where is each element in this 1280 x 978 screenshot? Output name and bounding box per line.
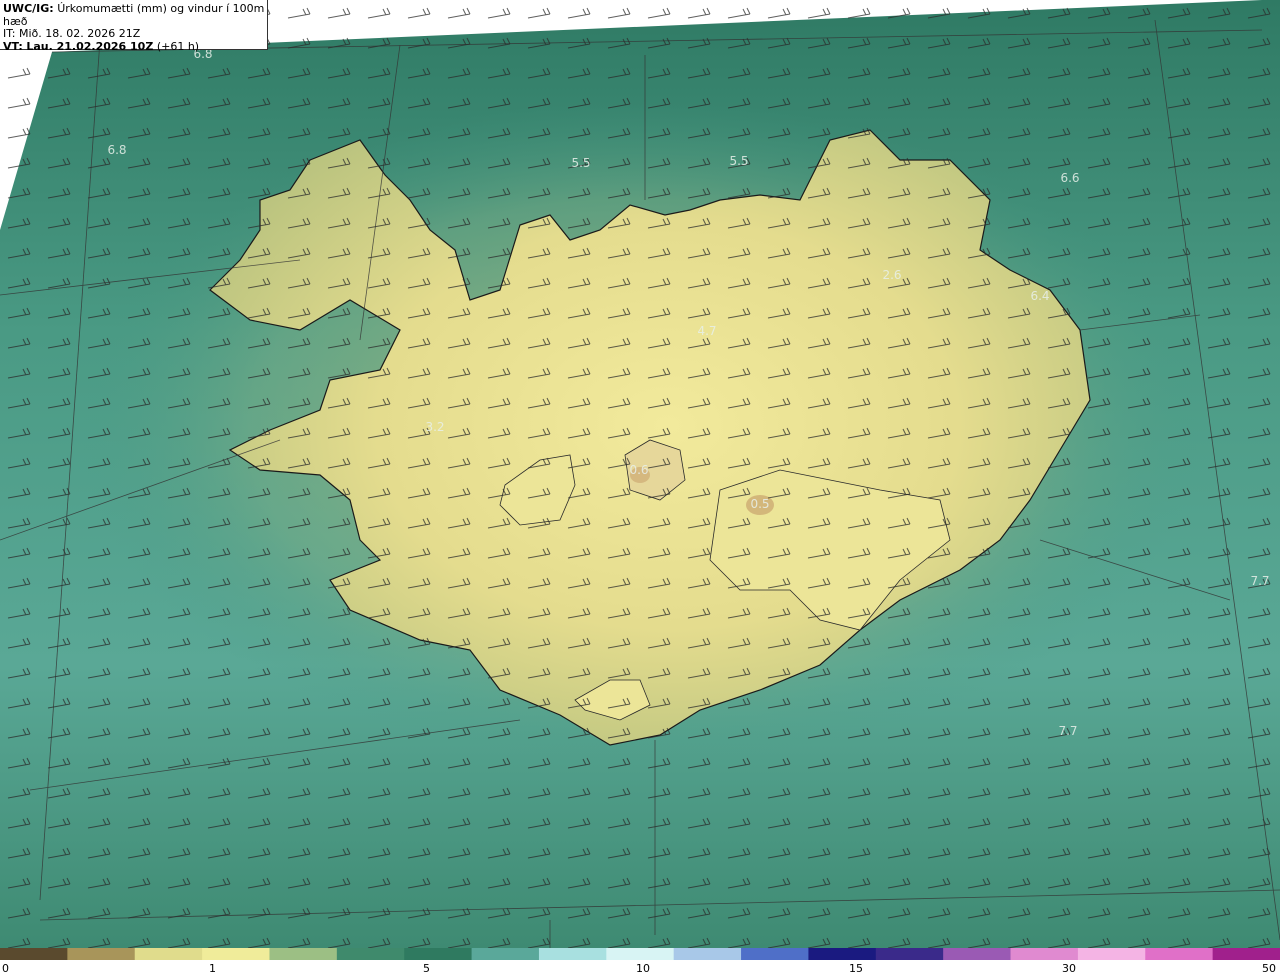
map-value-label: 6.8 [107, 143, 126, 157]
colorbar-swatch [875, 948, 944, 960]
lead-time: (+61 h) [156, 39, 200, 53]
colorbar-tick-label: 1 [209, 962, 216, 975]
valid-time: Lau. 21.02.2026 10Z [26, 39, 154, 53]
map-value-label: 3.2 [425, 420, 444, 434]
colorbar-swatch [134, 948, 203, 960]
colorbar-swatch [202, 948, 271, 960]
colorbar-tick-label: 10 [636, 962, 650, 975]
map-value-label: 0.5 [750, 497, 769, 511]
colorbar-tick-label: 5 [423, 962, 430, 975]
map-header: UWC/IG: Úrkomumætti (mm) og vindur í 100… [0, 0, 268, 53]
colorbar-tick-label: 15 [849, 962, 863, 975]
precip-colorbar [0, 948, 1280, 960]
colorbar-swatch [673, 948, 742, 960]
colorbar-swatch [404, 948, 473, 960]
colorbar-tick-label: 30 [1062, 962, 1076, 975]
colorbar-swatch [336, 948, 405, 960]
colorbar-swatch [67, 948, 136, 960]
colorbar-swatch [606, 948, 675, 960]
colorbar-swatch [741, 948, 810, 960]
map-value-label: 6.6 [1060, 171, 1079, 185]
colorbar-swatch [1212, 948, 1280, 960]
colorbar-tick-label: 50 [1262, 962, 1276, 975]
valid-label: VT: [3, 39, 23, 53]
map-value-label: 5.5 [571, 156, 590, 170]
colorbar-swatch [943, 948, 1012, 960]
colorbar-swatch [471, 948, 540, 960]
colorbar-swatch [0, 948, 68, 960]
colorbar-swatch [1010, 948, 1079, 960]
model-label: UWC/IG: [3, 2, 54, 15]
colorbar-swatch [269, 948, 338, 960]
map-value-label: 5.5 [729, 154, 748, 168]
map-value-label: 7.7 [1058, 724, 1077, 738]
colorbar-swatch [1145, 948, 1214, 960]
colorbar-swatch [1077, 948, 1146, 960]
colorbar-swatch [538, 948, 607, 960]
map-value-label: 2.6 [882, 268, 901, 282]
colorbar-swatch [808, 948, 877, 960]
colorbar-labels: 0 1 5 10 15 30 50 [0, 962, 1280, 978]
precipitation-wind-map: 6.86.85.5 5.56.66.42.64.73.20.60.57.77.7 [0, 0, 1280, 950]
map-value-label: 0.6 [629, 463, 648, 477]
map-value-label: 7.7 [1250, 574, 1269, 588]
map-value-label: 6.4 [1030, 289, 1049, 303]
colorbar-tick-label: 0 [2, 962, 9, 975]
map-value-label: 4.7 [697, 324, 716, 338]
